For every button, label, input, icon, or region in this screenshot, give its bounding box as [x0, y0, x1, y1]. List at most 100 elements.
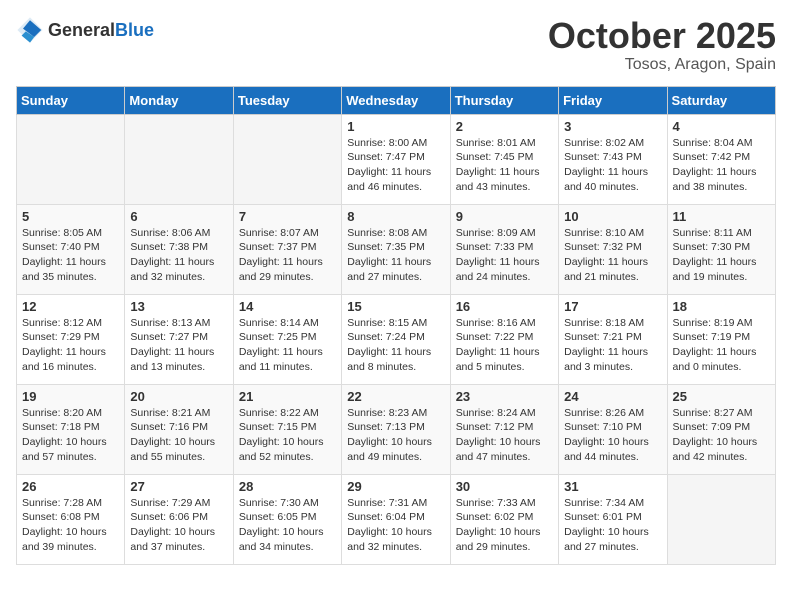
- day-number: 11: [673, 209, 770, 224]
- day-cell: [233, 114, 341, 204]
- day-cell: [125, 114, 233, 204]
- day-cell: 13 Sunrise: 8:13 AM Sunset: 7:27 PM Dayli…: [125, 294, 233, 384]
- day-info: Sunrise: 8:24 AM Sunset: 7:12 PM Dayligh…: [456, 406, 553, 465]
- day-number: 30: [456, 479, 553, 494]
- day-number: 1: [347, 119, 444, 134]
- day-number: 14: [239, 299, 336, 314]
- day-number: 21: [239, 389, 336, 404]
- day-info: Sunrise: 8:22 AM Sunset: 7:15 PM Dayligh…: [239, 406, 336, 465]
- day-info: Sunrise: 8:19 AM Sunset: 7:19 PM Dayligh…: [673, 316, 770, 375]
- day-cell: 29Sunrise: 7:31 AM Sunset: 6:04 PM Dayli…: [342, 474, 450, 564]
- day-number: 7: [239, 209, 336, 224]
- day-cell: 9Sunrise: 8:09 AM Sunset: 7:33 PM Daylig…: [450, 204, 558, 294]
- day-info: Sunrise: 8:11 AM Sunset: 7:30 PM Dayligh…: [673, 226, 770, 285]
- day-info: Sunrise: 7:28 AM Sunset: 6:08 PM Dayligh…: [22, 496, 119, 555]
- header-thursday: Thursday: [450, 86, 558, 114]
- title-block: October 2025 Tosos, Aragon, Spain: [548, 16, 776, 74]
- week-row-4: 19 Sunrise: 8:20 AM Sunset: 7:18 PM Dayli…: [17, 384, 776, 474]
- day-number: 22: [347, 389, 444, 404]
- day-info: Sunrise: 8:12 AM Sunset: 7:29 PM Dayligh…: [22, 316, 119, 375]
- day-cell: 14Sunrise: 8:14 AM Sunset: 7:25 PM Dayli…: [233, 294, 341, 384]
- week-row-3: 12 Sunrise: 8:12 AM Sunset: 7:29 PM Dayli…: [17, 294, 776, 384]
- day-cell: 15 Sunrise: 8:15 AM Sunset: 7:24 PM Dayli…: [342, 294, 450, 384]
- day-info: Sunrise: 8:05 AM Sunset: 7:40 PM Dayligh…: [22, 226, 119, 285]
- day-cell: 18 Sunrise: 8:19 AM Sunset: 7:19 PM Dayli…: [667, 294, 775, 384]
- day-number: 20: [130, 389, 227, 404]
- day-info: Sunrise: 8:27 AM Sunset: 7:09 PM Dayligh…: [673, 406, 770, 465]
- day-info: Sunrise: 8:21 AM Sunset: 7:16 PM Dayligh…: [130, 406, 227, 465]
- day-info: Sunrise: 8:13 AM Sunset: 7:27 PM Dayligh…: [130, 316, 227, 375]
- week-row-5: 26 Sunrise: 7:28 AM Sunset: 6:08 PM Dayli…: [17, 474, 776, 564]
- day-info: Sunrise: 8:20 AM Sunset: 7:18 PM Dayligh…: [22, 406, 119, 465]
- day-cell: 6 Sunrise: 8:06 AM Sunset: 7:38 PM Daylig…: [125, 204, 233, 294]
- day-number: 6: [130, 209, 227, 224]
- day-info: Sunrise: 8:10 AM Sunset: 7:32 PM Dayligh…: [564, 226, 661, 285]
- day-number: 25: [673, 389, 770, 404]
- header-saturday: Saturday: [667, 86, 775, 114]
- day-cell: 8Sunrise: 8:08 AM Sunset: 7:35 PM Daylig…: [342, 204, 450, 294]
- day-info: Sunrise: 8:08 AM Sunset: 7:35 PM Dayligh…: [347, 226, 444, 285]
- day-info: Sunrise: 8:26 AM Sunset: 7:10 PM Dayligh…: [564, 406, 661, 465]
- day-cell: 21 Sunrise: 8:22 AM Sunset: 7:15 PM Dayli…: [233, 384, 341, 474]
- header-monday: Monday: [125, 86, 233, 114]
- calendar-header-row: SundayMondayTuesdayWednesdayThursdayFrid…: [17, 86, 776, 114]
- header-friday: Friday: [559, 86, 667, 114]
- day-number: 29: [347, 479, 444, 494]
- day-number: 10: [564, 209, 661, 224]
- calendar-table: SundayMondayTuesdayWednesdayThursdayFrid…: [16, 86, 776, 565]
- day-cell: 11 Sunrise: 8:11 AM Sunset: 7:30 PM Dayli…: [667, 204, 775, 294]
- day-info: Sunrise: 8:00 AM Sunset: 7:47 PM Dayligh…: [347, 136, 444, 195]
- day-cell: 28 Sunrise: 7:30 AM Sunset: 6:05 PM Dayli…: [233, 474, 341, 564]
- day-cell: 27 Sunrise: 7:29 AM Sunset: 6:06 PM Dayli…: [125, 474, 233, 564]
- day-number: 31: [564, 479, 661, 494]
- day-info: Sunrise: 8:06 AM Sunset: 7:38 PM Dayligh…: [130, 226, 227, 285]
- day-info: Sunrise: 8:01 AM Sunset: 7:45 PM Dayligh…: [456, 136, 553, 195]
- day-number: 28: [239, 479, 336, 494]
- day-number: 13: [130, 299, 227, 314]
- day-info: Sunrise: 8:09 AM Sunset: 7:33 PM Dayligh…: [456, 226, 553, 285]
- day-number: 4: [673, 119, 770, 134]
- month-title: October 2025: [548, 16, 776, 56]
- day-info: Sunrise: 8:15 AM Sunset: 7:24 PM Dayligh…: [347, 316, 444, 375]
- header-wednesday: Wednesday: [342, 86, 450, 114]
- day-info: Sunrise: 7:33 AM Sunset: 6:02 PM Dayligh…: [456, 496, 553, 555]
- day-info: Sunrise: 8:04 AM Sunset: 7:42 PM Dayligh…: [673, 136, 770, 195]
- day-number: 12: [22, 299, 119, 314]
- day-cell: [17, 114, 125, 204]
- day-cell: 10 Sunrise: 8:10 AM Sunset: 7:32 PM Dayli…: [559, 204, 667, 294]
- day-info: Sunrise: 7:29 AM Sunset: 6:06 PM Dayligh…: [130, 496, 227, 555]
- day-number: 23: [456, 389, 553, 404]
- day-cell: 17Sunrise: 8:18 AM Sunset: 7:21 PM Dayli…: [559, 294, 667, 384]
- day-cell: 1 Sunrise: 8:00 AM Sunset: 7:47 PM Daylig…: [342, 114, 450, 204]
- day-cell: 26 Sunrise: 7:28 AM Sunset: 6:08 PM Dayli…: [17, 474, 125, 564]
- day-number: 19: [22, 389, 119, 404]
- day-number: 27: [130, 479, 227, 494]
- day-info: Sunrise: 7:30 AM Sunset: 6:05 PM Dayligh…: [239, 496, 336, 555]
- day-cell: 20 Sunrise: 8:21 AM Sunset: 7:16 PM Dayli…: [125, 384, 233, 474]
- day-cell: 7 Sunrise: 8:07 AM Sunset: 7:37 PM Daylig…: [233, 204, 341, 294]
- logo-text: GeneralBlue: [48, 20, 154, 41]
- day-number: 26: [22, 479, 119, 494]
- day-number: 2: [456, 119, 553, 134]
- header-sunday: Sunday: [17, 86, 125, 114]
- day-number: 5: [22, 209, 119, 224]
- day-cell: 5 Sunrise: 8:05 AM Sunset: 7:40 PM Daylig…: [17, 204, 125, 294]
- day-number: 15: [347, 299, 444, 314]
- day-cell: 23 Sunrise: 8:24 AM Sunset: 7:12 PM Dayli…: [450, 384, 558, 474]
- day-cell: 3Sunrise: 8:02 AM Sunset: 7:43 PM Daylig…: [559, 114, 667, 204]
- day-info: Sunrise: 8:07 AM Sunset: 7:37 PM Dayligh…: [239, 226, 336, 285]
- day-cell: 22Sunrise: 8:23 AM Sunset: 7:13 PM Dayli…: [342, 384, 450, 474]
- header-tuesday: Tuesday: [233, 86, 341, 114]
- day-cell: 25 Sunrise: 8:27 AM Sunset: 7:09 PM Dayli…: [667, 384, 775, 474]
- location-title: Tosos, Aragon, Spain: [548, 56, 776, 74]
- day-number: 16: [456, 299, 553, 314]
- day-cell: 2 Sunrise: 8:01 AM Sunset: 7:45 PM Daylig…: [450, 114, 558, 204]
- day-number: 18: [673, 299, 770, 314]
- logo: GeneralBlue: [16, 16, 154, 44]
- day-info: Sunrise: 8:02 AM Sunset: 7:43 PM Dayligh…: [564, 136, 661, 195]
- day-info: Sunrise: 8:18 AM Sunset: 7:21 PM Dayligh…: [564, 316, 661, 375]
- day-info: Sunrise: 7:34 AM Sunset: 6:01 PM Dayligh…: [564, 496, 661, 555]
- day-info: Sunrise: 8:16 AM Sunset: 7:22 PM Dayligh…: [456, 316, 553, 375]
- day-cell: 24Sunrise: 8:26 AM Sunset: 7:10 PM Dayli…: [559, 384, 667, 474]
- day-cell: 12 Sunrise: 8:12 AM Sunset: 7:29 PM Dayli…: [17, 294, 125, 384]
